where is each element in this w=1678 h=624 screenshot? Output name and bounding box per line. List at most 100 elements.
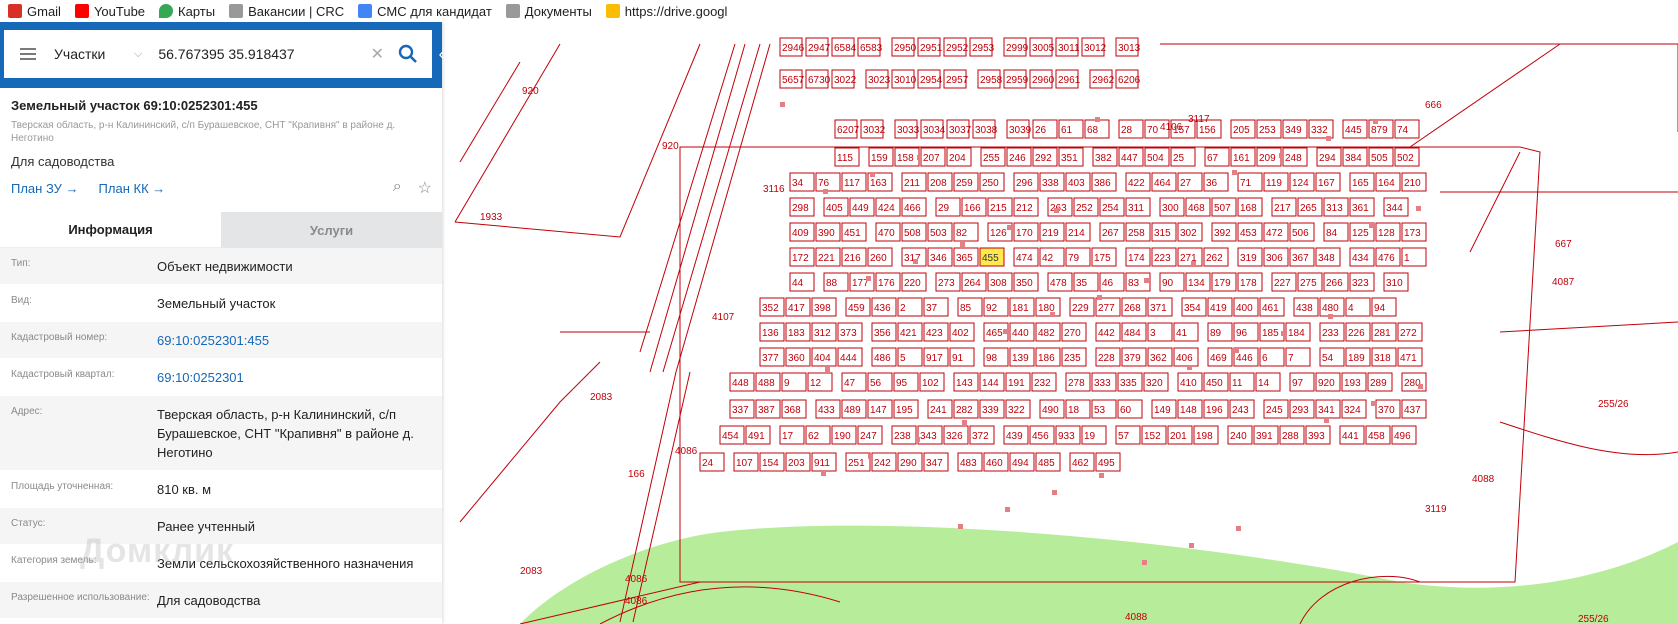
parcel-number: 245	[1266, 405, 1283, 416]
parcel-number: 94	[1374, 303, 1386, 314]
parcel-number: 152	[1144, 431, 1161, 442]
parcel-number: 250	[982, 178, 999, 189]
building-marker	[1369, 223, 1374, 228]
building-marker	[780, 102, 785, 107]
info-row: Адрес: Тверская область, р-н Калининский,…	[0, 396, 442, 471]
parcel-boundary	[1160, 43, 1678, 132]
search-box[interactable]: Участки ⌵ 56.767395 35.918437 ✕	[4, 30, 432, 78]
parcel-number: 289	[1370, 378, 1387, 389]
bookmark-item[interactable]: СМС для кандидат	[358, 4, 492, 19]
parcel-number: 298	[792, 203, 809, 214]
parcel-number: 178	[1240, 278, 1257, 289]
building-marker	[1279, 153, 1284, 158]
parcel-number: 505	[1371, 153, 1388, 164]
parcel-number: 2	[900, 303, 906, 314]
parcel-number: 56	[870, 378, 882, 389]
bookmark-item[interactable]: Вакансии | CRC	[229, 4, 344, 19]
parcel-number: 211	[904, 178, 920, 189]
parcel-number: 82	[956, 228, 968, 239]
parcel-number: 480	[1322, 303, 1339, 314]
info-value: Для садоводства	[157, 593, 261, 608]
map-label: 166	[628, 469, 645, 480]
map-label: 666	[1425, 100, 1442, 111]
parcel-number: 207	[923, 153, 940, 164]
chevron-down-icon[interactable]: ⌵	[134, 48, 142, 61]
parcel-number: 460	[986, 458, 1003, 469]
clear-icon[interactable]: ✕	[371, 44, 384, 64]
info-value-link[interactable]: 69:10:0252301:455	[157, 331, 442, 350]
parcel-number: 2951	[920, 43, 943, 54]
folder-icon	[505, 4, 520, 18]
parcel-number: 36	[1206, 178, 1218, 189]
parcel-number: 184	[1288, 328, 1305, 339]
bookmark-item[interactable]: Gmail	[8, 4, 61, 19]
parcel-number: 1	[1404, 253, 1410, 264]
tab-info[interactable]: Информация	[0, 212, 221, 248]
building-marker	[1142, 560, 1147, 565]
parcel-number: 367	[1292, 253, 1309, 264]
parcel-number: 267	[1102, 228, 1119, 239]
zoom-to-icon[interactable]: ⌕	[393, 178, 402, 198]
parcel-number: 265	[1300, 203, 1317, 214]
parcel-number: 444	[840, 353, 857, 364]
info-key: Кадастровый номер:	[11, 332, 108, 343]
map-label: 4107	[712, 312, 735, 323]
parcel-number: 494	[1012, 458, 1029, 469]
parcel-number: 335	[1120, 378, 1137, 389]
maps-pin-icon	[159, 4, 174, 18]
parcel-number: 47	[844, 378, 856, 389]
parcel-number: 19	[1084, 431, 1096, 442]
parcel-number: 157	[1173, 125, 1190, 136]
parcel-number: 163	[870, 178, 887, 189]
parcel-number: 243	[1232, 405, 1249, 416]
bookmark-item[interactable]: Карты	[159, 4, 215, 19]
parcel-number: 348	[1318, 253, 1335, 264]
bookmark-label: Карты	[178, 3, 216, 19]
bookmark-item[interactable]: YouTube	[74, 4, 145, 19]
bookmark-item[interactable]: https://drive.googl	[605, 4, 727, 19]
parcel-number: 508	[904, 228, 921, 239]
bookmark-item[interactable]: Документы	[505, 4, 592, 19]
parcel-number: 83	[1128, 278, 1140, 289]
map-label: 1933	[480, 212, 503, 223]
building-marker	[1373, 119, 1378, 124]
star-icon[interactable]: ☆	[418, 178, 432, 198]
info-value-link[interactable]: 69:10:0252301	[157, 368, 442, 387]
tab-services[interactable]: Услуги	[221, 212, 442, 248]
parcel-number: 323	[1352, 278, 1369, 289]
parcel-number: 70	[1147, 125, 1159, 136]
plan-zu-link[interactable]: План ЗУ →	[11, 181, 79, 196]
parcel-number: 119	[1266, 178, 1282, 189]
menu-icon[interactable]	[20, 45, 36, 63]
parcel-number: 159	[871, 153, 888, 164]
plan-kk-link[interactable]: План КК →	[99, 181, 166, 196]
parcel-number: 370	[1378, 405, 1395, 416]
parcel-number: 324	[1344, 405, 1361, 416]
parcel-number: 62	[808, 431, 820, 442]
search-input[interactable]: 56.767395 35.918437	[158, 46, 370, 62]
parcel-number: 181	[1012, 303, 1029, 314]
parcel-number: 469	[1210, 353, 1227, 364]
parcel-boundary	[1469, 151, 1521, 253]
parcel-number: 148	[1180, 405, 1197, 416]
collapse-panel-icon[interactable]: ‹	[439, 46, 444, 64]
parcel-number: 74	[1397, 125, 1409, 136]
parcel-number: 212	[1016, 203, 1033, 214]
layer-select[interactable]: Участки	[54, 46, 134, 62]
parcel-number: 293	[1292, 405, 1309, 416]
parcel-number: 170	[1016, 228, 1033, 239]
info-row: Тип: Объект недвижимости	[0, 248, 442, 285]
green-zone	[520, 525, 1678, 624]
building-marker	[825, 367, 830, 372]
parcel-number: 386	[1094, 178, 1111, 189]
parcel-number: 57	[1118, 431, 1130, 442]
search-icon[interactable]	[398, 44, 418, 64]
parcel-number: 879	[1371, 125, 1388, 136]
parcel-number: 149	[1154, 405, 1171, 416]
building-marker	[1003, 329, 1008, 334]
parcel-boundary	[459, 61, 521, 163]
parcel-number: 190	[834, 431, 851, 442]
parcel-number: 251	[848, 458, 865, 469]
parcel-number: 41	[1176, 328, 1188, 339]
parcel-number: 471	[1400, 353, 1417, 364]
